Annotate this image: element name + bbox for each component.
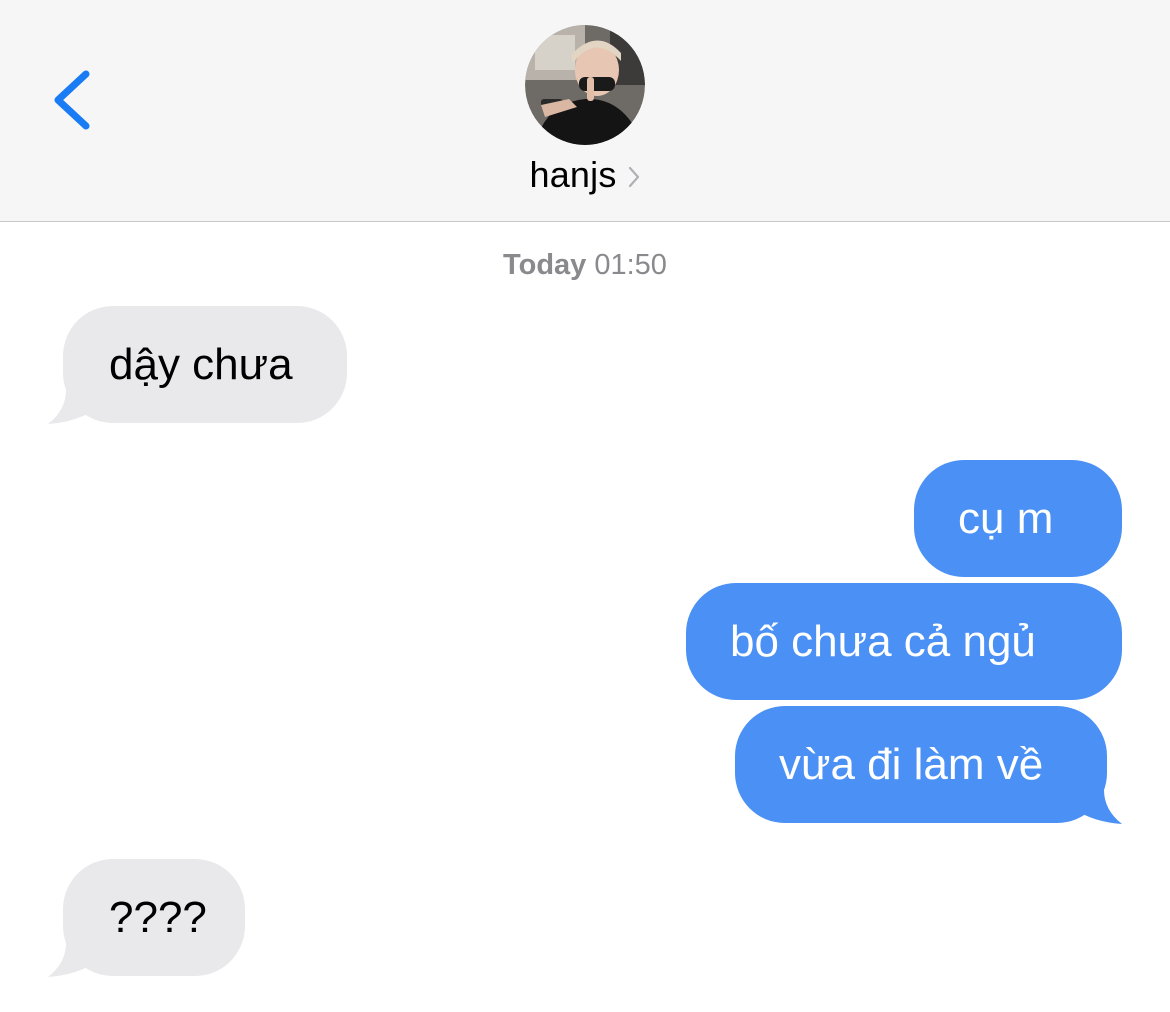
message-text: cụ m: [958, 493, 1054, 543]
messages-screen: hanjs Today 01:50 dậy chưa cụ m bố chưa …: [0, 0, 1170, 1012]
avatar[interactable]: [525, 25, 645, 145]
contact-name-button[interactable]: hanjs: [0, 150, 1170, 200]
back-button[interactable]: [40, 60, 110, 140]
message-text: dậy chưa: [109, 339, 293, 389]
contact-name: hanjs: [529, 154, 617, 195]
message-text: ????: [109, 892, 207, 942]
message-bubble-outgoing[interactable]: cụ m: [914, 460, 1122, 577]
chevron-left-icon: [54, 70, 90, 130]
chevron-right-icon: [628, 166, 639, 188]
message-bubble-incoming[interactable]: dậy chưa: [63, 306, 347, 423]
timestamp-time: 01:50: [594, 249, 667, 281]
conversation-header: hanjs: [0, 0, 1170, 222]
message-bubble-incoming[interactable]: ????: [63, 859, 245, 976]
message-timestamp: Today 01:50: [0, 249, 1170, 282]
message-text: bố chưa cả ngủ: [730, 616, 1036, 666]
message-bubble-outgoing[interactable]: bố chưa cả ngủ: [686, 583, 1122, 700]
timestamp-day: Today: [503, 249, 587, 281]
message-bubble-outgoing[interactable]: vừa đi làm về: [735, 706, 1107, 823]
message-text: vừa đi làm về: [779, 739, 1044, 789]
avatar-photo: [525, 25, 645, 145]
